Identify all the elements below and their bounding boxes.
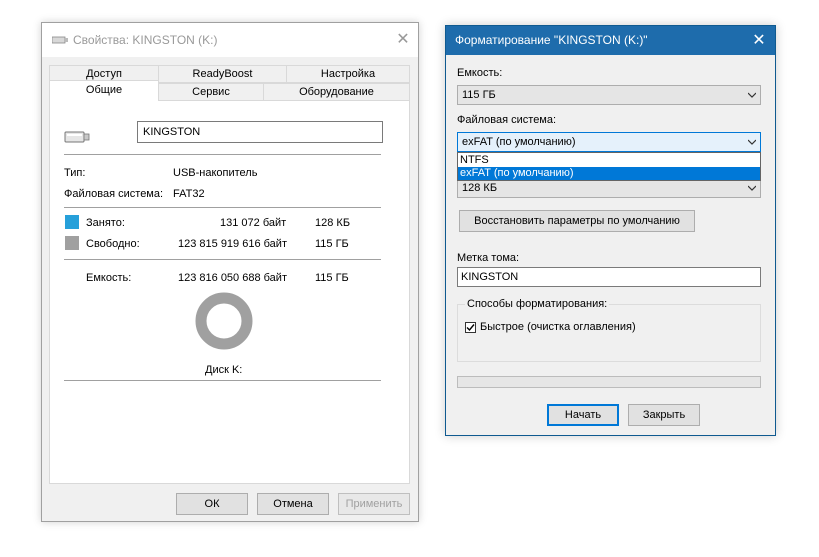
quick-format-label: Быстрое (очистка оглавления) — [480, 321, 636, 333]
free-space-swatch — [65, 236, 79, 250]
format-window: Форматирование "KINGSTON (K:)" ✕ Емкость… — [445, 25, 776, 436]
capacity-bytes: 123 816 050 688 байт — [178, 272, 287, 284]
capacity-label: Емкость: — [86, 272, 132, 284]
divider — [64, 154, 381, 155]
cluster-size-select[interactable]: 128 КБ — [457, 178, 761, 198]
quick-format-checkbox[interactable] — [465, 322, 476, 333]
filesystem-label: Файловая система: — [64, 188, 164, 200]
close-icon[interactable]: ✕ — [388, 23, 418, 57]
capacity-short: 115 ГБ — [315, 272, 349, 284]
ok-button[interactable]: ОК — [176, 493, 248, 515]
chevron-down-icon — [748, 185, 756, 191]
volume-label-input[interactable]: KINGSTON — [457, 267, 761, 287]
used-label: Занято: — [86, 217, 125, 229]
divider — [64, 380, 381, 381]
type-label: Тип: — [64, 167, 86, 179]
divider — [64, 259, 381, 260]
checkmark-icon — [466, 324, 475, 332]
volume-label-input[interactable]: KINGSTON — [137, 121, 383, 143]
used-space-swatch — [65, 215, 79, 229]
cluster-size-value: 128 КБ — [462, 182, 498, 194]
properties-window: Свойства: KINGSTON (K:) ✕ Доступ ReadyBo… — [41, 22, 419, 522]
filesystem-label: Файловая система: — [457, 114, 557, 126]
usb-drive-icon — [52, 36, 68, 44]
filesystem-select[interactable]: exFAT (по умолчанию) — [457, 132, 761, 152]
general-panel: KINGSTON Тип: USB-накопитель Файловая си… — [49, 100, 410, 484]
filesystem-option-exfat[interactable]: exFAT (по умолчанию) — [458, 167, 760, 180]
tab-tools[interactable]: Сервис — [158, 83, 264, 101]
restore-defaults-button[interactable]: Восстановить параметры по умолчанию — [459, 210, 695, 232]
close-button[interactable]: Закрыть — [628, 404, 700, 426]
filesystem-value: FAT32 — [173, 188, 205, 200]
apply-button[interactable]: Применить — [338, 493, 410, 515]
filesystem-option-ntfs[interactable]: NTFS — [458, 154, 760, 167]
format-progress-bar — [457, 376, 761, 388]
disk-usage-donut — [195, 292, 253, 350]
used-short: 128 КБ — [315, 217, 351, 229]
tab-customize[interactable]: Настройка — [286, 65, 410, 83]
tab-general[interactable]: Общие — [49, 80, 159, 101]
close-icon[interactable]: ✕ — [743, 26, 775, 55]
format-title: Форматирование "KINGSTON (K:)" — [455, 33, 648, 47]
properties-title: Свойства: KINGSTON (K:) — [73, 33, 218, 47]
format-titlebar: Форматирование "KINGSTON (K:)" ✕ — [446, 26, 775, 55]
divider — [64, 207, 381, 208]
format-options-group: Способы форматирования: Быстрое (очистка… — [457, 298, 761, 362]
capacity-select-value: 115 ГБ — [462, 89, 496, 101]
filesystem-dropdown-list: NTFS exFAT (по умолчанию) — [457, 152, 761, 181]
capacity-select[interactable]: 115 ГБ — [457, 85, 761, 105]
usb-drive-icon — [64, 131, 90, 143]
free-short: 115 ГБ — [315, 238, 349, 250]
tab-readyboost[interactable]: ReadyBoost — [158, 65, 287, 83]
properties-titlebar: Свойства: KINGSTON (K:) ✕ — [42, 23, 418, 57]
start-button[interactable]: Начать — [547, 404, 619, 426]
chevron-down-icon — [748, 139, 756, 145]
chevron-down-icon — [748, 92, 756, 98]
free-label: Свободно: — [86, 238, 140, 250]
volume-label-label: Метка тома: — [457, 252, 520, 264]
filesystem-select-value: exFAT (по умолчанию) — [462, 136, 576, 148]
disk-label: Диск K: — [205, 364, 243, 376]
type-value: USB-накопитель — [173, 167, 258, 179]
tab-hardware[interactable]: Оборудование — [263, 83, 410, 101]
format-options-label: Способы форматирования: — [465, 298, 610, 310]
used-bytes: 131 072 байт — [220, 217, 287, 229]
cancel-button[interactable]: Отмена — [257, 493, 329, 515]
free-bytes: 123 815 919 616 байт — [178, 238, 287, 250]
capacity-label: Емкость: — [457, 67, 503, 79]
